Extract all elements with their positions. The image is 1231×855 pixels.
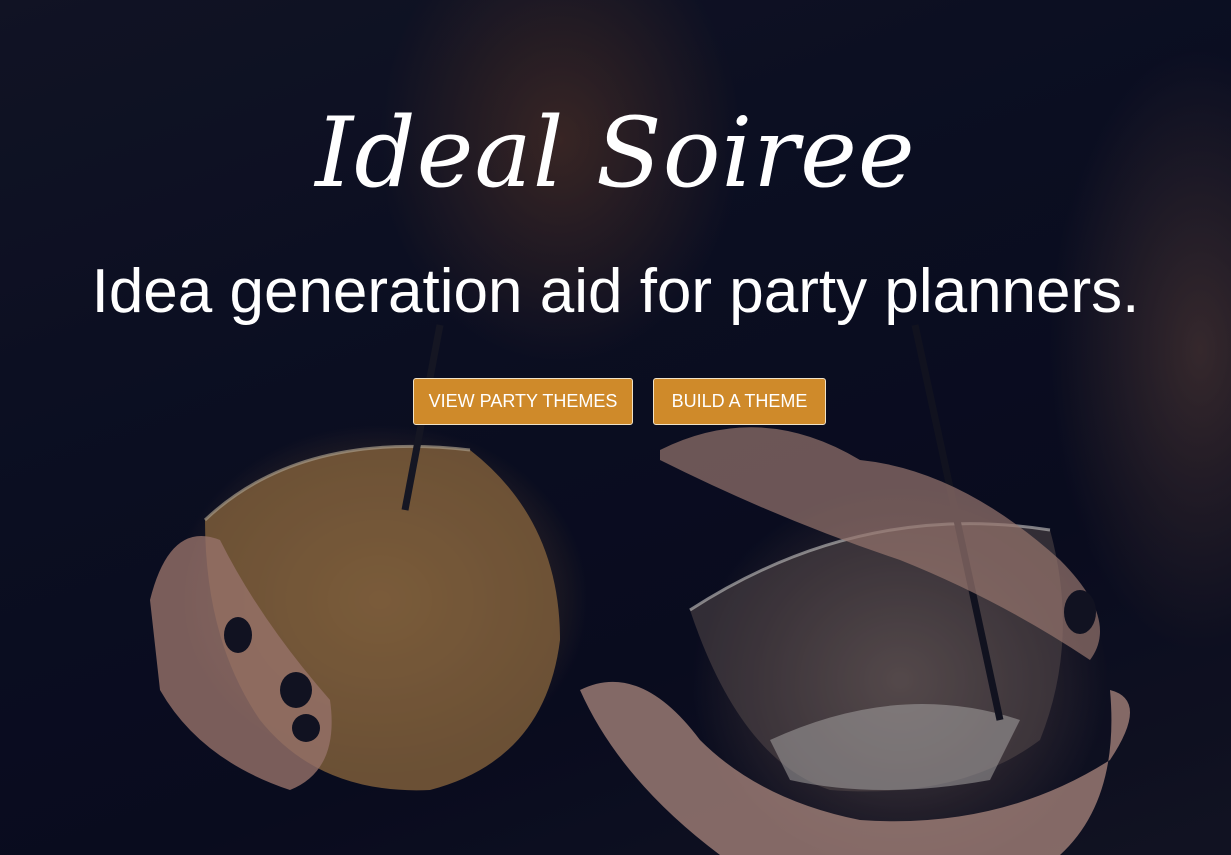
tagline: Idea generation aid for party planners. — [91, 257, 1140, 326]
build-a-theme-button[interactable]: BUILD A THEME — [653, 378, 826, 425]
hero-section: Ideal Soiree Idea generation aid for par… — [0, 0, 1231, 855]
site-title: Ideal Soiree — [315, 97, 916, 209]
view-party-themes-button[interactable]: VIEW PARTY THEMES — [413, 378, 633, 425]
